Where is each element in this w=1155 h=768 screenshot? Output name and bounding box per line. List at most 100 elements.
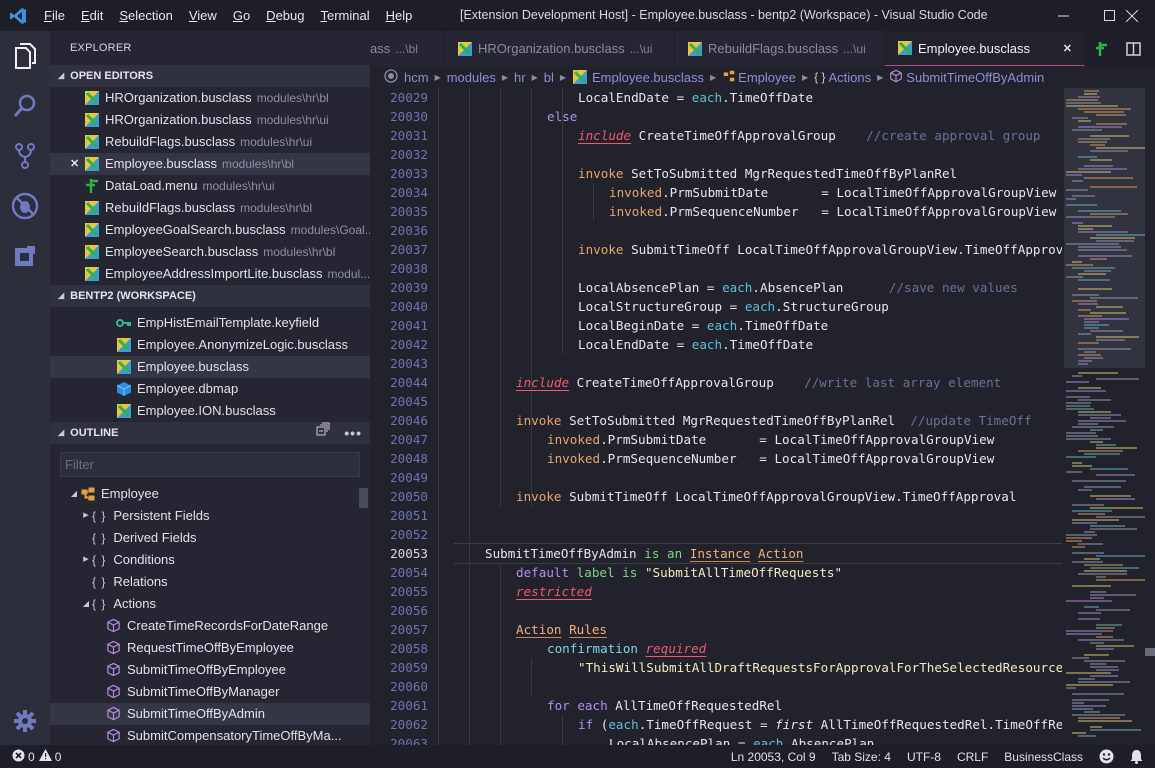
code-line[interactable]: 20045: [370, 392, 1062, 411]
workspace-file-item[interactable]: EmpHistEmailTemplate.keyfield: [50, 312, 370, 334]
code-line[interactable]: 20051: [370, 506, 1062, 525]
open-editor-item[interactable]: DataLoad.menu modules\hr\ui: [50, 175, 370, 197]
code-line[interactable]: 20040 LocalStructureGroup = each.Structur…: [370, 297, 1062, 316]
open-editor-item[interactable]: RebuildFlags.busclass modules\hr\bl: [50, 197, 370, 219]
menu-terminal[interactable]: Terminal: [312, 0, 377, 31]
code-line[interactable]: 20055 restricted: [370, 582, 1062, 601]
outline-group-conditions[interactable]: ▶{ } Conditions: [50, 549, 370, 571]
outline-group-persistent-fields[interactable]: ▶{ } Persistent Fields: [50, 505, 370, 527]
line-ending[interactable]: CRLF: [949, 745, 996, 768]
collapse-all-icon[interactable]: [316, 422, 330, 444]
code-line[interactable]: 20038: [370, 259, 1062, 278]
open-editor-item[interactable]: HROrganization.busclass modules\hr\bl: [50, 87, 370, 109]
tab-employee-busclass[interactable]: Employee.busclass ✕: [885, 31, 1085, 66]
workspace-file-item[interactable]: Employee.ION.busclass: [50, 400, 370, 422]
workspace-file-item[interactable]: Employee.dbmap: [50, 378, 370, 400]
outline-action-item[interactable]: RequestTimeOffByEmployee: [50, 637, 370, 659]
code-line[interactable]: 20059 "ThisWillSubmitAllDraftRequestsForA…: [370, 658, 1062, 677]
editor-scrollbar[interactable]: [1145, 88, 1155, 745]
close-tab-icon[interactable]: ✕: [1063, 42, 1072, 55]
breadcrumb-item[interactable]: Employee.busclass: [592, 70, 704, 85]
chevron-right-icon[interactable]: ▶: [80, 505, 92, 527]
more-actions-icon[interactable]: •••: [1149, 31, 1155, 66]
open-editor-item[interactable]: ✕ Employee.busclass modules\hr\bl: [50, 153, 370, 175]
notifications-bell-icon[interactable]: [1122, 745, 1155, 768]
cursor-position[interactable]: Ln 20053, Col 9: [723, 745, 824, 768]
encoding[interactable]: UTF-8: [899, 745, 949, 768]
close-icon[interactable]: ✕: [70, 153, 79, 175]
extensions-icon[interactable]: [0, 231, 50, 281]
feedback-smiley-icon[interactable]: [1091, 745, 1122, 768]
editor-scroll-thumb[interactable]: [1145, 648, 1155, 656]
workspace-file-item[interactable]: Employee.AnonymizeLogic.busclass: [50, 334, 370, 356]
code-line[interactable]: 20034 invoked.PrmSubmitDate = LocalTimeOf…: [370, 183, 1062, 202]
chevron-right-icon[interactable]: ▶: [80, 549, 92, 571]
outline-header[interactable]: ◢ OUTLINE •••: [50, 422, 370, 444]
code-line[interactable]: 20063 LocalAbsencePlan = each.AbsencePlan: [370, 734, 1062, 745]
problems-indicator[interactable]: 0 0: [0, 745, 69, 768]
code-line[interactable]: 20035 invoked.PrmSequenceNumber = LocalTi…: [370, 202, 1062, 221]
code-line[interactable]: 20049: [370, 468, 1062, 487]
code-line[interactable]: 20052: [370, 525, 1062, 544]
breadcrumb-item[interactable]: hr: [514, 70, 526, 85]
outline-action-item[interactable]: SubmitTimeOffByEmployee: [50, 659, 370, 681]
workspace-header[interactable]: ◢ BENTP2 (WORKSPACE): [50, 285, 370, 307]
debug-icon[interactable]: [0, 181, 50, 231]
menu-selection[interactable]: Selection: [111, 0, 180, 31]
code-line[interactable]: 20054 default label is "SubmitAllTimeOffR…: [370, 563, 1062, 582]
outline-group-actions[interactable]: ◢{ } Actions: [50, 593, 370, 615]
code-line[interactable]: 20062 if (each.TimeOffRequest = first All…: [370, 715, 1062, 734]
outline-action-item[interactable]: CreateTimeRecordsForDateRange: [50, 615, 370, 637]
breadcrumb-item[interactable]: hcm: [404, 70, 429, 85]
menu-go[interactable]: Go: [225, 0, 258, 31]
search-icon[interactable]: [0, 81, 50, 131]
outline-root-employee[interactable]: ◢ Employee: [50, 483, 370, 505]
open-editor-item[interactable]: RebuildFlags.busclass modules\hr\ui: [50, 131, 370, 153]
more-actions-icon[interactable]: •••: [344, 422, 362, 444]
menu-file[interactable]: File: [36, 0, 73, 31]
code-line[interactable]: 20033 invoke SetToSubmitted MgrRequestedT…: [370, 164, 1062, 183]
maximize-button[interactable]: [1086, 0, 1132, 31]
code-line[interactable]: 20030 else: [370, 107, 1062, 126]
code-line[interactable]: 20036: [370, 221, 1062, 240]
menu-help[interactable]: Help: [378, 0, 421, 31]
outline-group-relations[interactable]: { } Relations: [50, 571, 370, 593]
source-control-icon[interactable]: [0, 131, 50, 181]
code-line[interactable]: 20047 invoked.PrmSubmitDate = LocalTimeOf…: [370, 430, 1062, 449]
code-line[interactable]: 20061 for each AllTimeOffRequestedRel: [370, 696, 1062, 715]
breadcrumb-item[interactable]: Employee: [738, 70, 796, 85]
outline-action-item[interactable]: SubmitTimeOffByAdmin: [50, 703, 370, 725]
code-line[interactable]: 20046 invoke SetToSubmitted MgrRequestedT…: [370, 411, 1062, 430]
code-editor[interactable]: 20029 LocalEndDate = each.TimeOffDate 2003…: [370, 88, 1062, 745]
explorer-icon[interactable]: [0, 31, 50, 81]
code-line[interactable]: 20029 LocalEndDate = each.TimeOffDate: [370, 88, 1062, 107]
code-line[interactable]: 20031 include CreateTimeOffApprovalGroup …: [370, 126, 1062, 145]
menu-file-icon[interactable]: [1085, 31, 1117, 66]
open-editor-item[interactable]: EmployeeAddressImportLite.busclass modul.…: [50, 263, 370, 285]
minimap[interactable]: [1062, 88, 1155, 745]
menu-edit[interactable]: Edit: [73, 0, 111, 31]
code-line[interactable]: 20043: [370, 354, 1062, 373]
code-line[interactable]: 20056: [370, 601, 1062, 620]
code-line[interactable]: 20044 include CreateTimeOffApprovalGroup …: [370, 373, 1062, 392]
outline-action-item[interactable]: SubmitCompensatoryTimeOffByMa...: [50, 725, 370, 745]
tab-hrorganization-busclass[interactable]: HROrganization.busclass ...\ui: [445, 31, 675, 66]
code-line[interactable]: 20032: [370, 145, 1062, 164]
tab-rebuildflags-busclass[interactable]: RebuildFlags.busclass ...\ui: [675, 31, 885, 66]
menu-view[interactable]: View: [181, 0, 225, 31]
open-editor-item[interactable]: EmployeeGoalSearch.busclass modules\Goal.…: [50, 219, 370, 241]
split-editor-icon[interactable]: [1117, 31, 1149, 66]
outline-group-derived-fields[interactable]: { } Derived Fields: [50, 527, 370, 549]
tab-size[interactable]: Tab Size: 4: [824, 745, 899, 768]
code-line[interactable]: 20050 invoke SubmitTimeOff LocalTimeOffAp…: [370, 487, 1062, 506]
code-line[interactable]: 20037 invoke SubmitTimeOff LocalTimeOffAp…: [370, 240, 1062, 259]
open-editor-item[interactable]: EmployeeSearch.busclass modules\hr\bl: [50, 241, 370, 263]
code-line[interactable]: 20039 LocalAbsencePlan = each.AbsencePlan…: [370, 278, 1062, 297]
code-line[interactable]: 20058 confirmation required: [370, 639, 1062, 658]
open-editor-item[interactable]: HROrganization.busclass modules\hr\ui: [50, 109, 370, 131]
language-mode[interactable]: BusinessClass: [996, 745, 1091, 768]
breadcrumb-item[interactable]: SubmitTimeOffByAdmin: [906, 70, 1044, 85]
outline-action-item[interactable]: SubmitTimeOffByManager: [50, 681, 370, 703]
code-line[interactable]: 20057 Action Rules: [370, 620, 1062, 639]
open-editors-header[interactable]: ◢ OPEN EDITORS: [50, 65, 370, 87]
